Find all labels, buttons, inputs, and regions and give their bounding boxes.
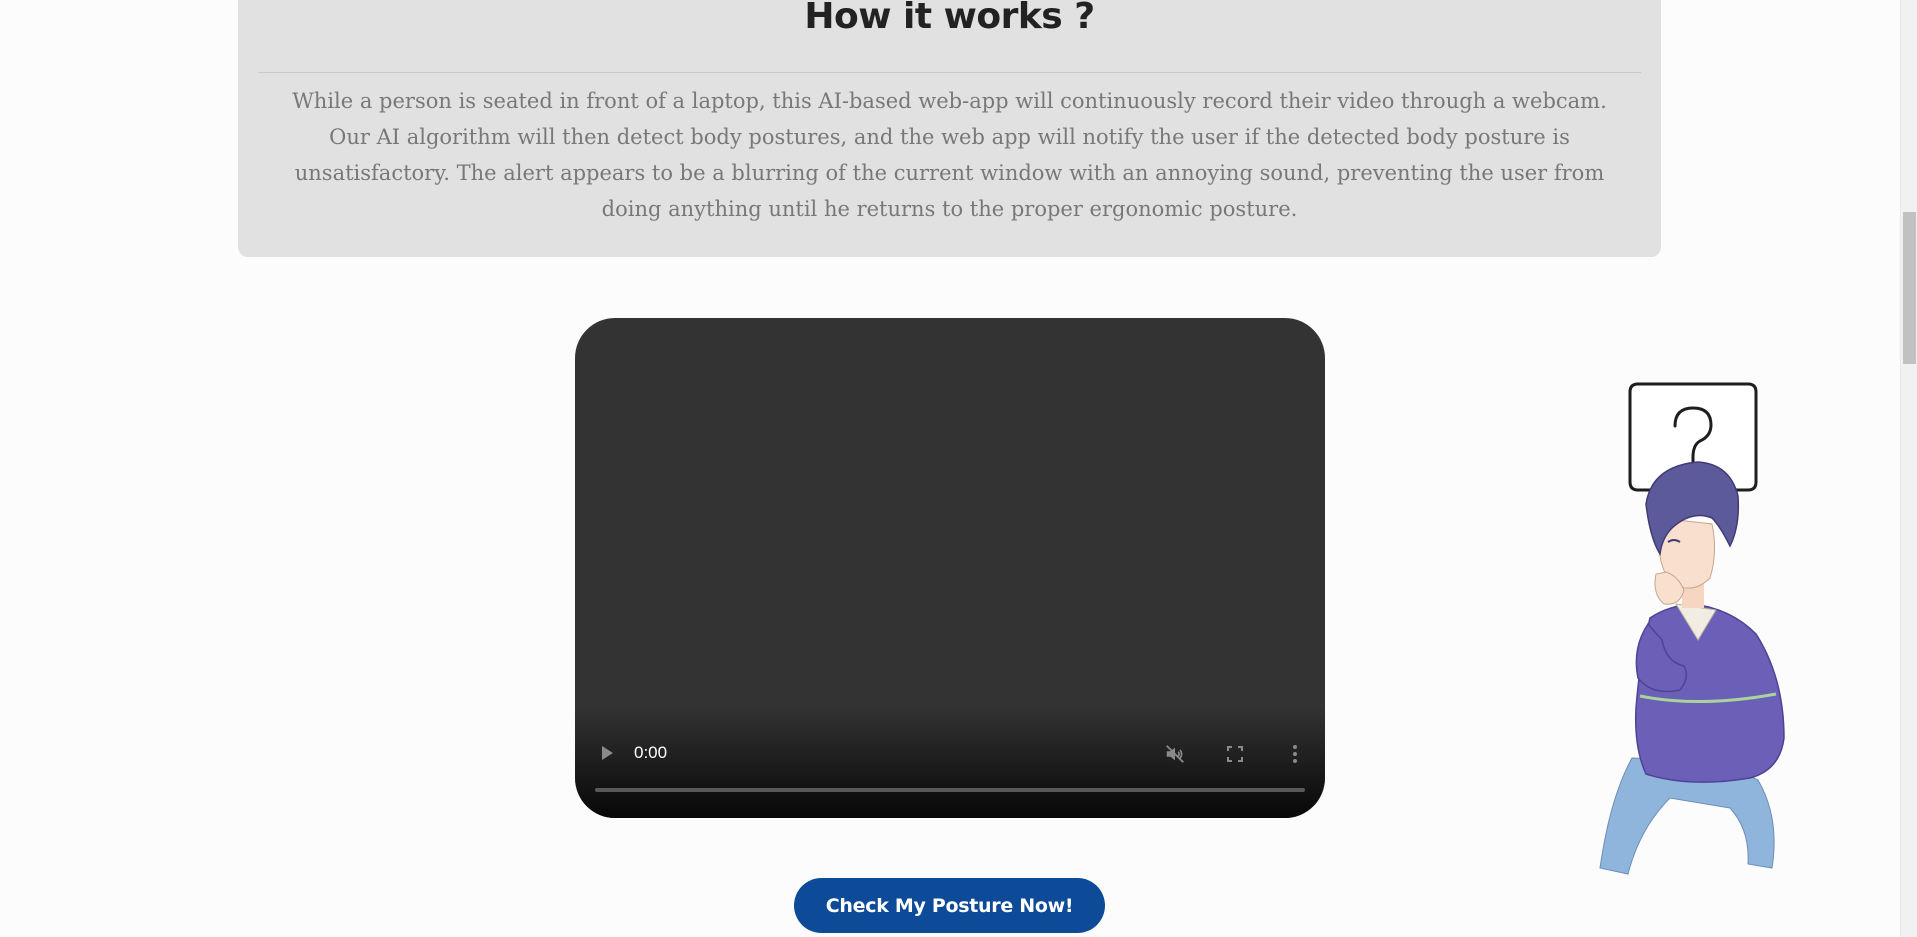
video-controls-gradient [575, 706, 1325, 818]
fullscreen-button[interactable] [1223, 742, 1247, 766]
muted-speaker-icon [1166, 745, 1184, 763]
fullscreen-icon [1227, 746, 1243, 762]
check-posture-button[interactable]: Check My Posture Now! [794, 878, 1105, 933]
play-icon [602, 746, 613, 760]
video-progress-bar[interactable] [595, 788, 1305, 792]
how-it-works-card: How it works ? While a person is seated … [238, 0, 1661, 257]
title-divider [258, 72, 1641, 73]
play-button[interactable] [597, 743, 617, 763]
how-it-works-title: How it works ? [804, 0, 1095, 37]
thinking-person-illustration [1599, 382, 1785, 875]
how-it-works-description: While a person is seated in front of a l… [292, 89, 1607, 221]
vertical-scrollbar[interactable] [1900, 0, 1917, 937]
mute-button[interactable] [1163, 742, 1187, 766]
video-player[interactable]: 0:00 [575, 318, 1325, 818]
person-figure [1599, 461, 1785, 875]
more-vertical-icon [1293, 745, 1297, 763]
scrollbar-thumb[interactable] [1903, 212, 1916, 364]
video-time: 0:00 [634, 743, 668, 762]
more-options-button[interactable] [1283, 742, 1307, 766]
page: How it works ? While a person is seated … [0, 0, 1917, 937]
